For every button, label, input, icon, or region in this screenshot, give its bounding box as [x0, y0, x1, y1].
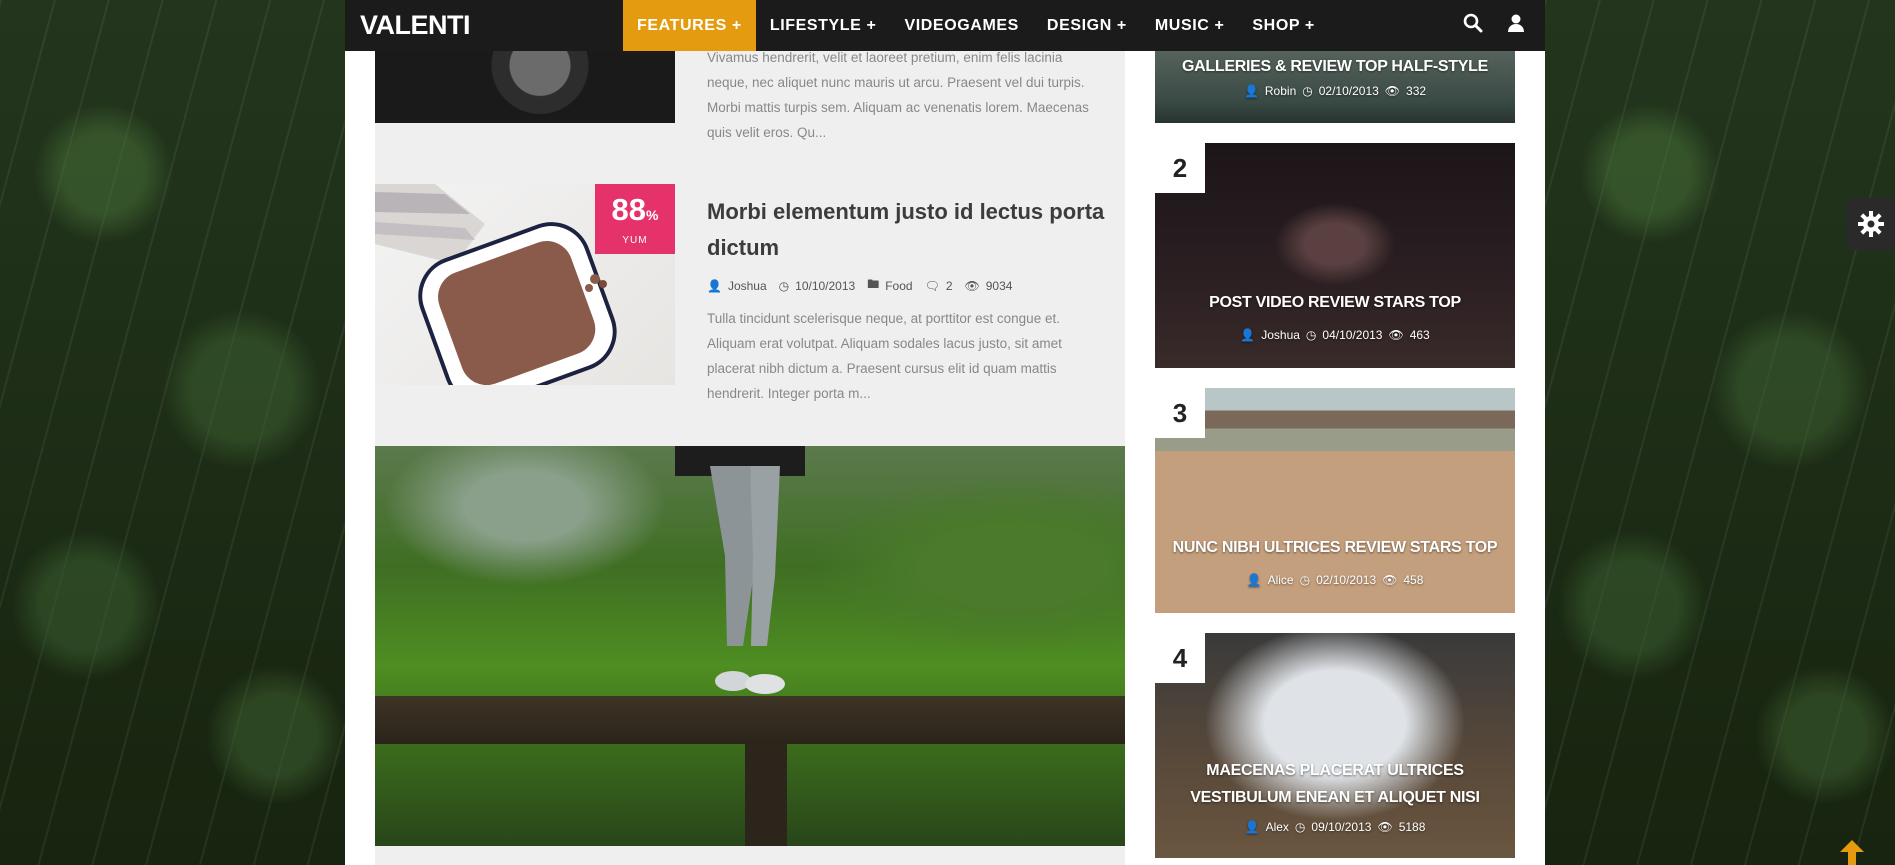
card-title[interactable]: MAECENAS PLACERAT ULTRICES VESTIBULUM EN…	[1165, 757, 1505, 811]
nav-icons	[1463, 0, 1525, 51]
card-title[interactable]: GALLERIES & REVIEW TOP HALF-STYLE	[1165, 53, 1505, 80]
sidebar-card[interactable]: 4 MAECENAS PLACERAT ULTRICES VESTIBULUM …	[1155, 633, 1515, 858]
article-thumbnail[interactable]: 88% YUM	[375, 184, 675, 385]
background-forest-right	[1545, 0, 1895, 865]
main-column: Vivamus hendrerit, velit et laoreet pret…	[375, 50, 1125, 865]
eye-icon: 👁	[1377, 820, 1393, 834]
featured-image[interactable]	[375, 446, 1125, 846]
rank-badge: 3	[1155, 388, 1205, 438]
card-views: 458	[1403, 573, 1424, 587]
card-views: 332	[1406, 84, 1427, 98]
arrow-up-icon	[1840, 840, 1864, 865]
eye-icon: 👁	[1382, 573, 1398, 587]
card-date: 02/10/2013	[1316, 573, 1377, 587]
eye-icon: 👁	[1388, 328, 1404, 342]
score-unit: %	[646, 207, 659, 223]
menu-item-features[interactable]: FEATURES +	[623, 0, 756, 51]
card-date: 04/10/2013	[1322, 328, 1383, 342]
person-legs-illustration	[675, 446, 805, 694]
search-icon[interactable]	[1463, 13, 1483, 38]
clock-icon: ◷	[1305, 328, 1317, 342]
article-category[interactable]: Food	[885, 279, 912, 293]
gear-icon	[1858, 211, 1884, 237]
menu-item-lifestyle[interactable]: LIFESTYLE +	[756, 0, 891, 51]
article-thumbnail[interactable]	[375, 51, 675, 123]
background-forest-left	[0, 0, 345, 865]
article-item: Vivamus hendrerit, velit et laoreet pret…	[707, 45, 1107, 145]
card-meta: 👤 Joshua ◷ 04/10/2013 👁 463	[1155, 328, 1515, 342]
user-icon: 👤	[707, 278, 722, 293]
comment-icon: 🗨	[924, 278, 940, 293]
card-title[interactable]: NUNC NIBH ULTRICES REVIEW STARS TOP	[1165, 534, 1505, 561]
score-value: 88	[611, 192, 647, 227]
eye-icon: 👁	[964, 278, 980, 293]
article-views: 9034	[985, 278, 1013, 293]
wooden-rail	[375, 696, 1125, 744]
settings-toggle-button[interactable]	[1847, 198, 1895, 250]
card-author[interactable]: Joshua	[1261, 328, 1300, 342]
user-icon: 👤	[1243, 84, 1259, 98]
menu-item-design[interactable]: DESIGN +	[1033, 0, 1141, 51]
main-menu: FEATURES + LIFESTYLE + VIDEOGAMES DESIGN…	[623, 0, 1329, 51]
sidebar-card[interactable]: 3 NUNC NIBH ULTRICES REVIEW STARS TOP 👤 …	[1155, 388, 1515, 613]
rank-badge: 4	[1155, 633, 1205, 683]
score-label: YUM	[622, 235, 648, 246]
card-views: 5188	[1398, 820, 1426, 834]
folder-icon: 🖿	[867, 277, 880, 291]
scroll-to-top-button[interactable]	[1840, 840, 1864, 865]
card-title[interactable]: POST VIDEO REVIEW STARS TOP	[1165, 289, 1505, 316]
article-title[interactable]: Morbi elementum justo id lectus porta di…	[707, 194, 1107, 266]
card-date: 09/10/2013	[1311, 820, 1372, 834]
card-views: 463	[1409, 328, 1430, 342]
sidebar-card[interactable]: GALLERIES & REVIEW TOP HALF-STYLE 👤 Robi…	[1155, 51, 1515, 123]
user-icon: 👤	[1240, 328, 1256, 342]
article-comments[interactable]: 2	[946, 279, 953, 293]
card-date: 02/10/2013	[1318, 84, 1379, 98]
clock-icon: ◷	[1294, 820, 1306, 834]
menu-item-shop[interactable]: SHOP +	[1238, 0, 1328, 51]
user-icon[interactable]	[1507, 13, 1525, 38]
menu-item-music[interactable]: MUSIC +	[1141, 0, 1239, 51]
card-meta: 👤 Alex ◷ 09/10/2013 👁 5188	[1155, 820, 1515, 834]
article-date: 10/10/2013	[795, 278, 856, 293]
article-author[interactable]: Joshua	[728, 279, 767, 293]
top-nav: VALENTI FEATURES + LIFESTYLE + VIDEOGAME…	[345, 0, 1545, 51]
card-author[interactable]: Robin	[1265, 84, 1296, 98]
eye-icon: 👁	[1384, 84, 1401, 98]
card-meta: 👤 Alice ◷ 02/10/2013 👁 458	[1155, 573, 1515, 587]
card-author[interactable]: Alice	[1268, 573, 1294, 587]
card-meta: 👤 Robin ◷ 02/10/2013 👁 332	[1155, 84, 1515, 98]
site-logo[interactable]: VALENTI	[360, 10, 471, 41]
menu-item-videogames[interactable]: VIDEOGAMES	[890, 0, 1032, 51]
review-score-badge: 88% YUM	[595, 184, 675, 254]
card-author[interactable]: Alex	[1266, 820, 1289, 834]
article-excerpt: Tulla tincidunt scelerisque neque, at po…	[707, 311, 1062, 401]
rank-badge: 2	[1155, 143, 1205, 193]
wooden-post	[745, 744, 787, 846]
clock-icon: ◷	[778, 278, 790, 293]
clock-icon: ◷	[1299, 573, 1311, 587]
sidebar-card[interactable]: 2 POST VIDEO REVIEW STARS TOP 👤 Joshua ◷…	[1155, 143, 1515, 368]
article-meta: 👤 Joshua ◷ 10/10/2013 🖿 Food 🗨 2 👁 9034	[707, 275, 1107, 296]
article-item: Morbi elementum justo id lectus porta di…	[707, 194, 1107, 406]
user-icon: 👤	[1246, 573, 1262, 587]
clock-icon: ◷	[1302, 84, 1313, 98]
user-icon: 👤	[1244, 820, 1260, 834]
article-excerpt: Vivamus hendrerit, velit et laoreet pret…	[707, 50, 1089, 140]
